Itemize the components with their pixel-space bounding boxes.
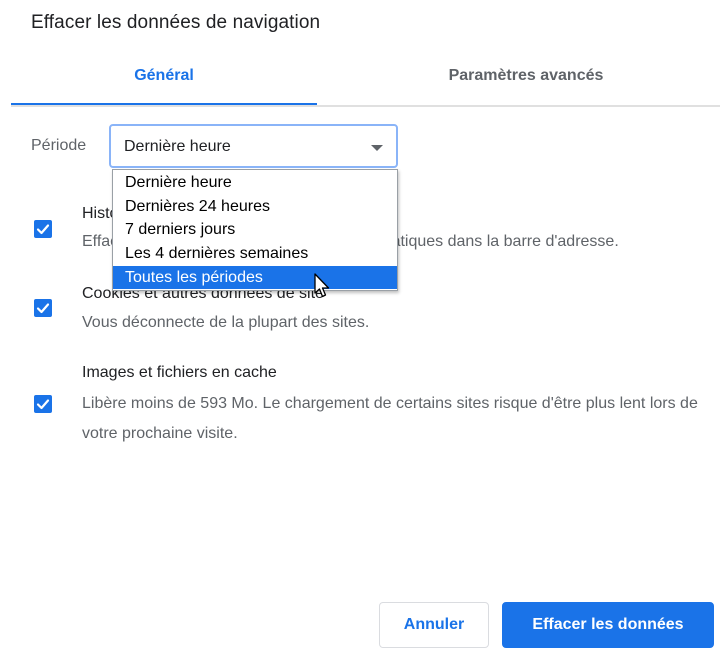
dropdown-option[interactable]: Dernières 24 heures	[113, 195, 397, 218]
checkbox-cookies[interactable]	[34, 299, 52, 317]
period-selected-value: Dernière heure	[124, 138, 231, 155]
dropdown-option[interactable]: Les 4 dernières semaines	[113, 242, 397, 265]
dropdown-option[interactable]: 7 derniers jours	[113, 218, 397, 241]
clear-data-button[interactable]: Effacer les données	[502, 602, 714, 648]
cancel-button[interactable]: Annuler	[379, 602, 489, 648]
dropdown-option[interactable]: Dernière heure	[113, 171, 397, 194]
check-icon	[36, 303, 50, 314]
checkbox-browsing-history[interactable]	[34, 220, 52, 238]
dropdown-option-highlighted[interactable]: Toutes les périodes	[113, 266, 397, 289]
tab-bar: Général Paramètres avancés	[11, 58, 720, 107]
chevron-down-icon	[371, 145, 383, 151]
check-icon	[36, 399, 50, 410]
tab-advanced[interactable]: Paramètres avancés	[351, 58, 701, 103]
mouse-pointer-icon	[314, 273, 330, 298]
period-select[interactable]: Dernière heure	[109, 124, 398, 168]
checkbox-cached-images[interactable]	[34, 395, 52, 413]
check-icon	[36, 224, 50, 235]
option-description: Vous déconnecte de la plupart des sites.	[82, 314, 370, 331]
dialog-title: Effacer les données de navigation	[31, 12, 321, 33]
option-description: Libère moins de 593 Mo. Le chargement de…	[82, 395, 698, 442]
option-title: Images et fichiers en cache	[82, 364, 277, 381]
tab-general[interactable]: Général	[11, 58, 317, 105]
period-label: Période	[31, 137, 87, 154]
period-dropdown-list: Dernière heure Dernières 24 heures 7 der…	[112, 169, 398, 291]
